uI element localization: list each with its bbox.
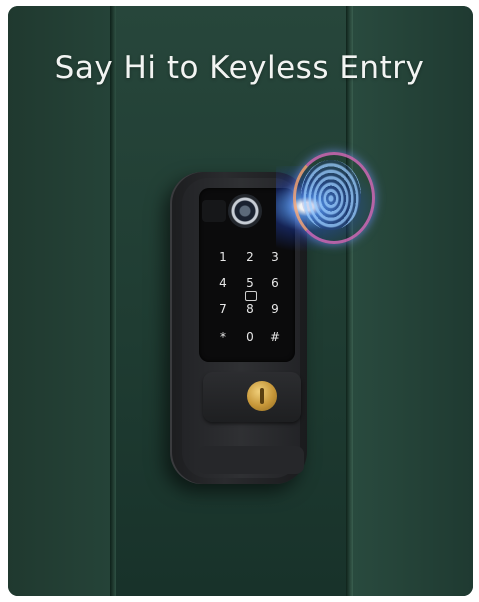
key-6: 6 bbox=[271, 276, 279, 290]
door-groove bbox=[346, 6, 353, 596]
door-panel-right bbox=[353, 6, 473, 596]
lock-bottom-panel bbox=[198, 446, 304, 474]
key-7: 7 bbox=[219, 302, 227, 316]
fingerprint-sensor bbox=[228, 194, 262, 228]
lock-sensor bbox=[202, 200, 226, 222]
key-9: 9 bbox=[271, 302, 279, 316]
key-5: 5 bbox=[246, 276, 254, 290]
key-star: * bbox=[220, 330, 226, 344]
door-panel-left bbox=[8, 6, 110, 596]
key-1: 1 bbox=[219, 250, 227, 264]
key-8: 8 bbox=[246, 302, 254, 316]
key-2: 2 bbox=[246, 250, 254, 264]
card-reader-icon bbox=[245, 291, 257, 301]
headline: Say Hi to Keyless Entry bbox=[54, 50, 425, 86]
key-0: 0 bbox=[246, 330, 254, 344]
door-groove bbox=[110, 6, 116, 596]
key-4: 4 bbox=[219, 276, 227, 290]
fingerprint-icon bbox=[301, 160, 361, 230]
keyhole-slot bbox=[260, 388, 264, 404]
key-hash: # bbox=[269, 330, 281, 344]
